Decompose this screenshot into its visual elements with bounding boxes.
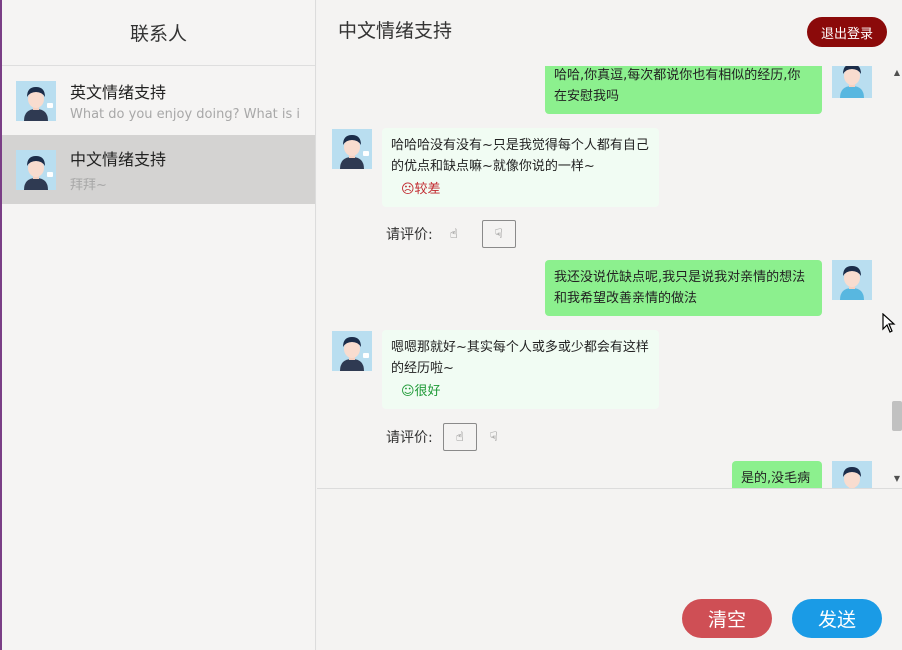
thumbs-down-icon[interactable]: ☟: [477, 423, 511, 451]
clear-button[interactable]: 清空: [682, 599, 772, 638]
rating-bad-label: ☹较差: [401, 182, 441, 197]
logout-button[interactable]: 退出登录: [807, 17, 887, 47]
thumbs-up-icon[interactable]: ☝: [437, 220, 471, 248]
scroll-up-arrow-icon[interactable]: ▲: [894, 68, 900, 77]
message-list[interactable]: 哈哈,你真逗,每次都说你也有相似的经历,你在安慰我吗 哈哈哈没有没有~只是我觉得…: [317, 66, 902, 489]
bot-message: 嗯嗯那就好~其实每个人或多或少都会有这样的经历啦~ ☺很好: [382, 330, 659, 409]
rating-good-label: ☺很好: [401, 384, 441, 399]
contact-preview: 拜拜~: [70, 178, 107, 193]
send-button[interactable]: 发送: [792, 599, 882, 638]
user-message: 是的,没毛病: [732, 461, 822, 488]
contact-avatar: [16, 149, 56, 190]
user-message: 哈哈,你真逗,每次都说你也有相似的经历,你在安慰我吗: [545, 66, 822, 114]
bot-message: 哈哈哈没有没有~只是我觉得每个人都有自己的优点和缺点嘛~就像你说的一样~ ☹较差: [382, 128, 659, 207]
chat-panel: 中文情绪支持 退出登录 哈哈,你真逗,每次都说你也有相似的经历,你在安慰我吗 哈…: [317, 0, 902, 650]
chat-title: 中文情绪支持: [338, 20, 453, 42]
contacts-sidebar: 联系人 英文情绪支持 What do you enjoy doing? What…: [2, 0, 316, 650]
scrollbar-thumb[interactable]: [892, 401, 902, 431]
eval-label: 请评价:: [386, 430, 433, 446]
contact-name: 英文情绪支持: [70, 83, 167, 102]
contacts-header: 联系人: [2, 0, 315, 66]
user-avatar: [832, 66, 872, 98]
contact-item-chinese[interactable]: 中文情绪支持 拜拜~: [2, 135, 315, 204]
bot-avatar: [332, 129, 372, 169]
user-avatar: [832, 260, 872, 300]
bot-message-text: 嗯嗯那就好~其实每个人或多或少都会有这样的经历啦~: [391, 340, 649, 376]
evaluation-row: 请评价: ☝ ☟: [386, 220, 516, 248]
mouse-cursor-icon: [882, 313, 896, 333]
bot-avatar: [332, 331, 372, 371]
contact-avatar: [16, 80, 56, 121]
bot-message-text: 哈哈哈没有没有~只是我觉得每个人都有自己的优点和缺点嘛~就像你说的一样~: [391, 138, 649, 174]
eval-label: 请评价:: [386, 227, 433, 243]
scroll-down-arrow-icon[interactable]: ▼: [894, 474, 900, 483]
chat-header: 中文情绪支持 退出登录: [317, 0, 902, 66]
thumbs-down-icon[interactable]: ☟: [481, 220, 516, 248]
chat-app: 联系人 英文情绪支持 What do you enjoy doing? What…: [2, 0, 902, 650]
contact-name: 中文情绪支持: [70, 150, 167, 169]
contact-item-english[interactable]: 英文情绪支持 What do you enjoy doing? What is …: [2, 66, 315, 135]
thumbs-up-icon[interactable]: ☝: [442, 423, 477, 451]
contact-preview: What do you enjoy doing? What is it: [70, 107, 300, 122]
user-avatar: [832, 461, 872, 488]
message-input-area[interactable]: 清空 发送: [317, 490, 902, 650]
user-message: 我还没说优缺点呢,我只是说我对亲情的想法和我希望改善亲情的做法: [545, 260, 822, 316]
evaluation-row: 请评价: ☝ ☟: [386, 423, 511, 451]
